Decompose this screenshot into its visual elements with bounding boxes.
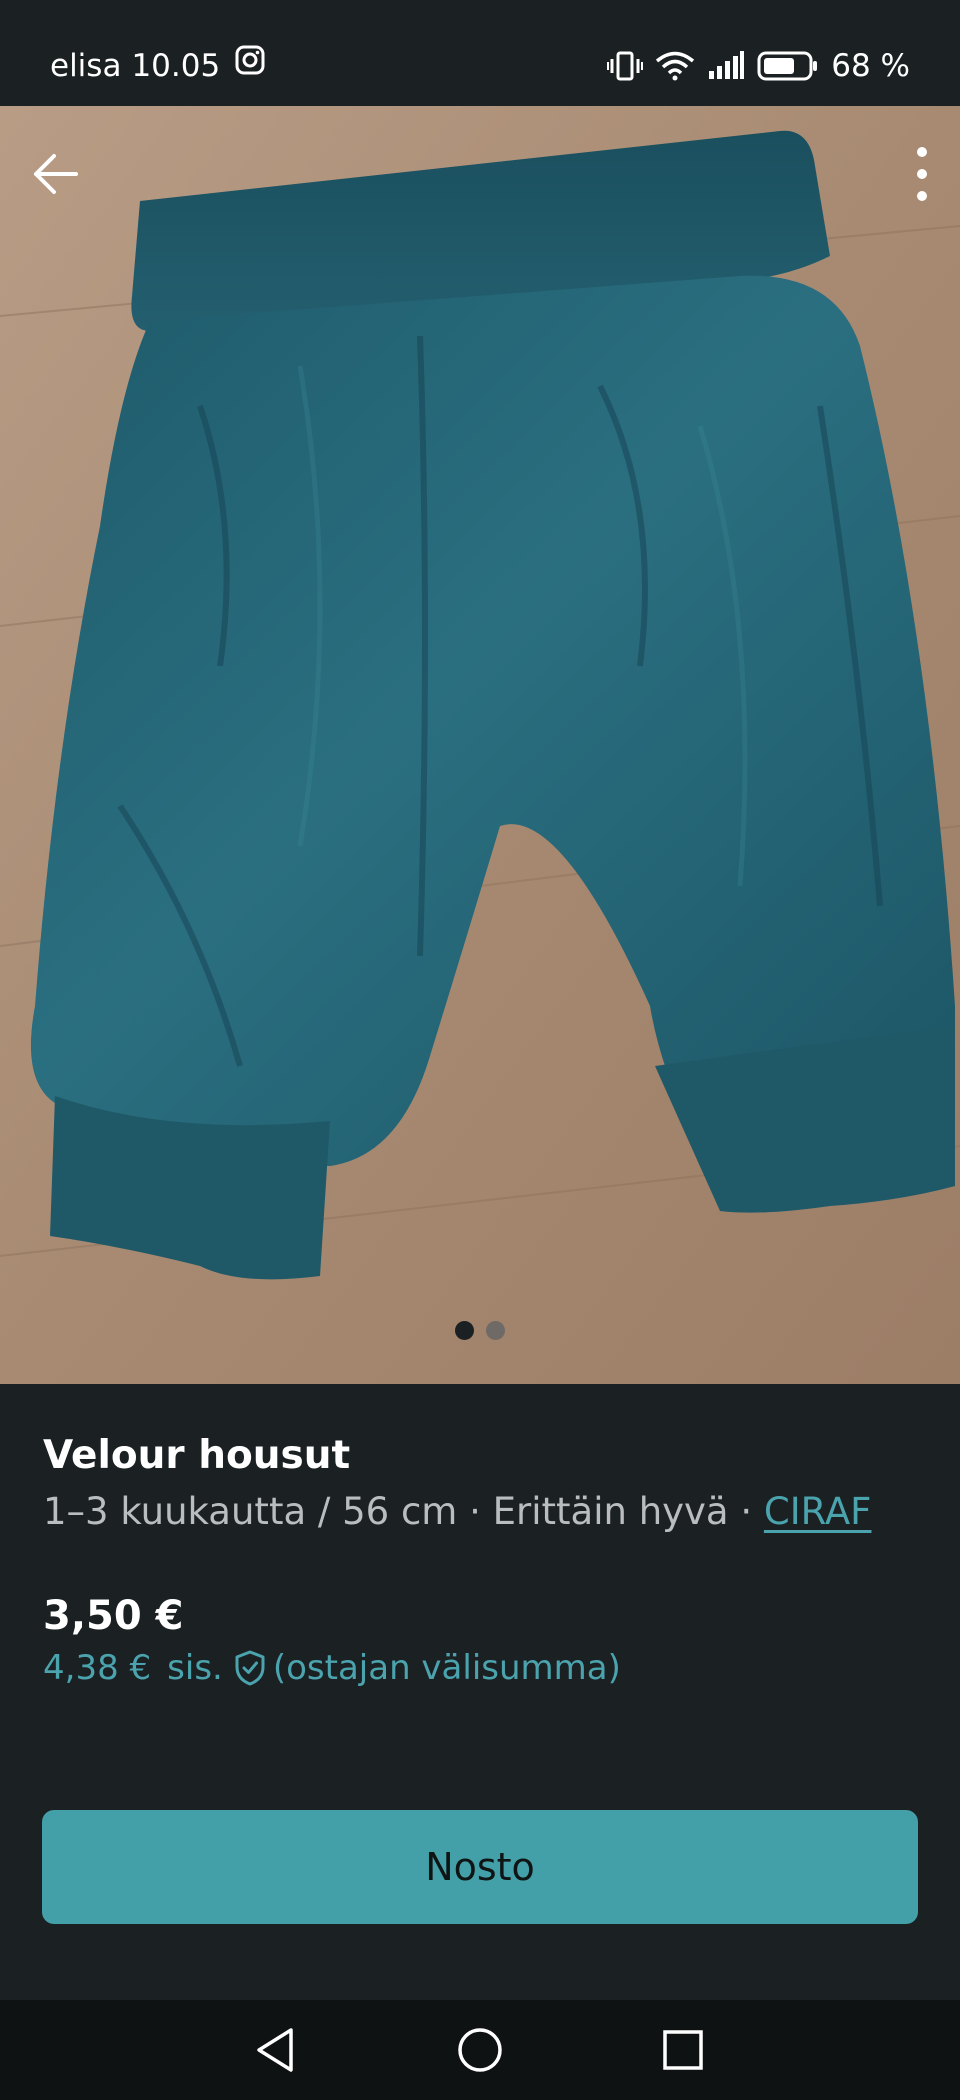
separator: ·: [457, 1490, 493, 1533]
brand-link[interactable]: CIRAF: [764, 1490, 872, 1533]
item-details: 1–3 kuukautta / 56 cm · Erittäin hyvä · …: [43, 1486, 923, 1538]
status-right: 68 %: [607, 44, 910, 88]
instagram-icon: [234, 44, 266, 88]
vibrate-icon: [607, 50, 644, 82]
item-condition: Erittäin hyvä: [492, 1490, 729, 1533]
buyer-total[interactable]: 4,38 € sis. (ostajan välisumma): [43, 1643, 621, 1693]
wifi-icon: [655, 50, 695, 82]
item-title: Velour housut: [43, 1433, 351, 1478]
status-bar: elisa 10.05 68 %: [0, 0, 960, 106]
item-price: 3,50 €: [43, 1593, 184, 1639]
more-options-button[interactable]: [898, 142, 946, 206]
back-triangle-icon: [257, 2028, 293, 2072]
back-button[interactable]: [24, 142, 88, 206]
battery-icon: [757, 50, 819, 82]
nav-recents-button[interactable]: [653, 2020, 713, 2080]
carrier-name: elisa: [50, 48, 122, 84]
total-incl-label: sis.: [167, 1648, 223, 1688]
page-dot-active[interactable]: [455, 1321, 474, 1340]
recents-square-icon: [663, 2030, 703, 2070]
shield-check-icon: [233, 1649, 267, 1687]
product-photo: [0, 106, 960, 1384]
home-circle-icon: [458, 2028, 502, 2072]
battery-percent: 68 %: [831, 48, 910, 84]
more-vertical-icon: [917, 147, 927, 201]
buy-button[interactable]: Nosto: [42, 1810, 918, 1924]
signal-icon: [707, 51, 745, 81]
separator: ·: [728, 1490, 764, 1533]
status-left: elisa 10.05: [50, 44, 266, 88]
nav-home-button[interactable]: [450, 2020, 510, 2080]
item-size: 1–3 kuukautta / 56 cm: [43, 1490, 458, 1533]
arrow-left-icon: [34, 154, 78, 194]
status-time: 10.05: [131, 48, 221, 84]
item-info: Velour housut 1–3 kuukautta / 56 cm · Er…: [43, 1430, 923, 1538]
system-nav-bar: [0, 2000, 960, 2100]
nav-back-button[interactable]: [245, 2020, 305, 2080]
page-dot[interactable]: [486, 1321, 505, 1340]
total-note: (ostajan välisumma): [272, 1648, 621, 1688]
total-price: 4,38 €: [43, 1648, 152, 1688]
gallery-pagination: [0, 1321, 960, 1340]
product-image-gallery[interactable]: [0, 106, 960, 1384]
